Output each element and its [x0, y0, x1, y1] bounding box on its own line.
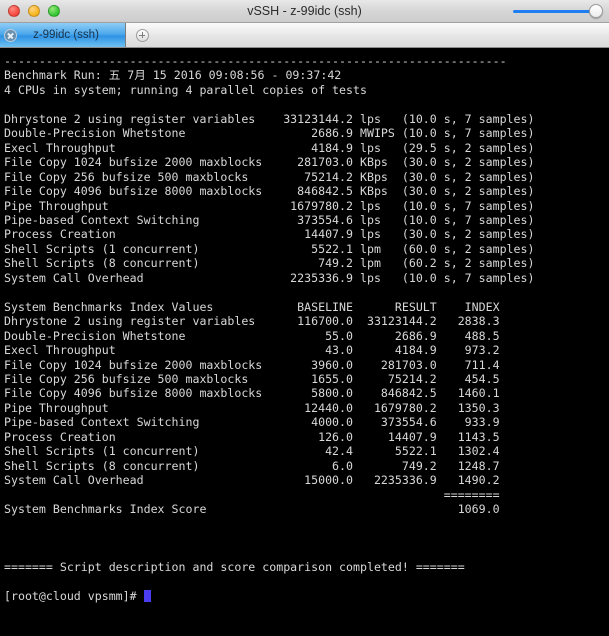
new-tab-button[interactable] [126, 23, 158, 47]
vssh-window: vSSH - z-99idc (ssh) z-99idc (ssh) -----… [0, 0, 609, 636]
close-window-button[interactable] [8, 5, 20, 17]
shell-prompt-line: [root@cloud vpsmm]# [4, 589, 609, 603]
window-titlebar: vSSH - z-99idc (ssh) [0, 0, 609, 23]
plus-icon [135, 28, 149, 42]
prompt-text: [root@cloud vpsmm]# [4, 588, 144, 603]
tab-bar: z-99idc (ssh) [0, 23, 609, 48]
traffic-lights [0, 5, 60, 17]
terminal-text: ----------------------------------------… [4, 54, 535, 574]
terminal-output-area[interactable]: ----------------------------------------… [0, 48, 609, 636]
minimize-window-button[interactable] [28, 5, 40, 17]
zoom-window-button[interactable] [48, 5, 60, 17]
titlebar-slider[interactable] [511, 4, 603, 18]
slider-knob[interactable] [589, 4, 603, 18]
slider-track[interactable] [513, 9, 593, 13]
tab-z-99idc-ssh[interactable]: z-99idc (ssh) [0, 23, 126, 47]
text-cursor [143, 589, 151, 602]
tab-label: z-99idc (ssh) [33, 29, 99, 41]
tab-close-icon[interactable] [4, 28, 17, 42]
